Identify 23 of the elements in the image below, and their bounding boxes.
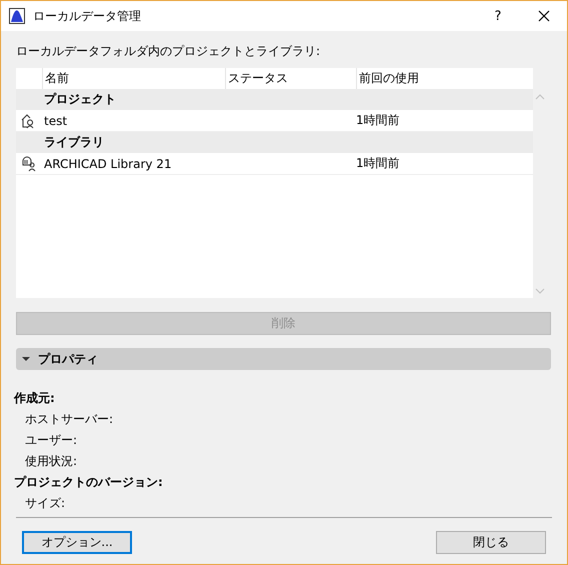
property-label: ホストサーバー:: [24, 411, 114, 428]
properties-header[interactable]: プロパティ: [16, 348, 551, 370]
last-used-cell-text: 1時間前: [355, 112, 400, 129]
group-label: ライブラリ: [44, 134, 104, 151]
list-title: ローカルデータフォルダ内のプロジェクトとライブラリ:: [16, 43, 322, 60]
name-cell-text: ARCHICAD Library 21: [43, 156, 173, 170]
last-used-cell-text: 1時間前: [355, 155, 400, 172]
property-heading: プロジェクトのバージョン:: [14, 474, 164, 491]
scroll-down-icon[interactable]: [535, 288, 545, 294]
property-label: 使用状況:: [24, 453, 78, 470]
library-user-icon: [21, 156, 37, 172]
property-heading: 作成元:: [14, 390, 56, 407]
name-cell-text: test: [43, 114, 68, 128]
window-title: ローカルデータ管理: [33, 8, 142, 24]
scroll-up-icon[interactable]: [535, 94, 545, 100]
close-button[interactable]: 閉じる: [436, 531, 546, 554]
property-label: ユーザー:: [24, 432, 78, 449]
options-button[interactable]: オプション...: [22, 531, 132, 554]
group-label: プロジェクト: [44, 91, 116, 108]
property-label: サイズ:: [24, 495, 66, 512]
help-button[interactable]: ?: [475, 8, 521, 24]
app-logo-icon: [9, 8, 25, 24]
column-header[interactable]: 前回の使用: [357, 70, 419, 87]
